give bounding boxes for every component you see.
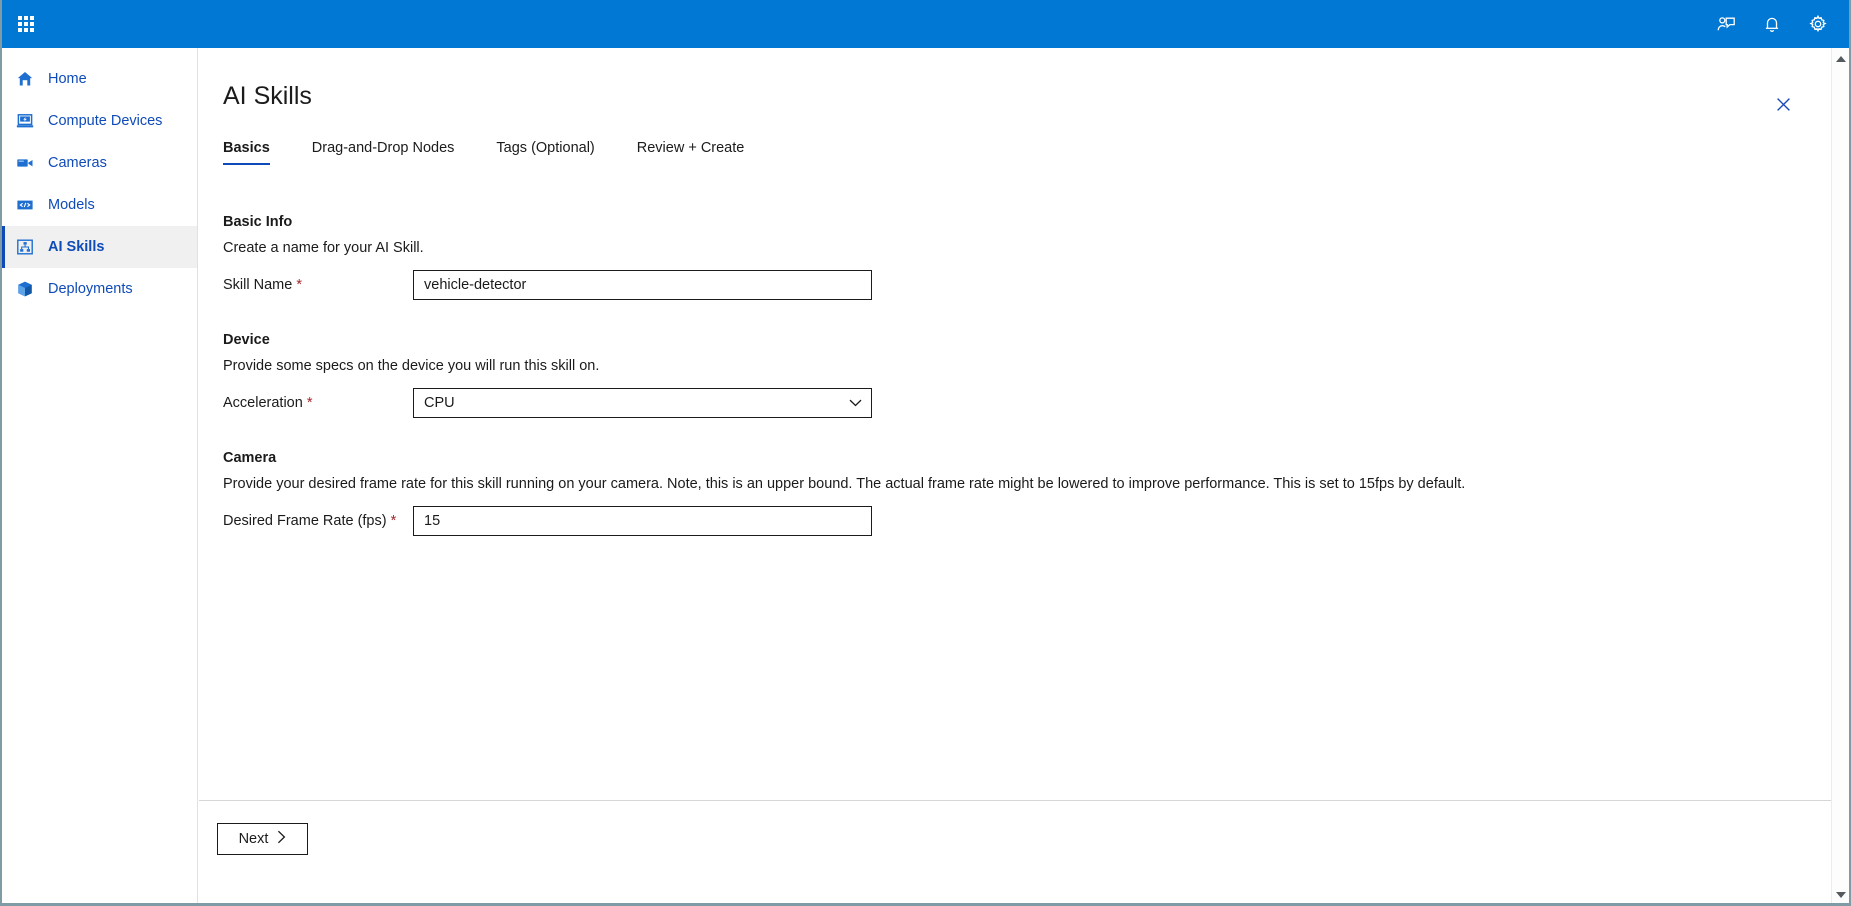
label-text: Skill Name: [223, 277, 293, 293]
cube-icon: [16, 279, 38, 299]
section-description: Create a name for your AI Skill.: [223, 240, 424, 256]
main-panel: AI Skills Basics Drag-and-Drop Nodes Tag…: [199, 48, 1833, 903]
tab-basics[interactable]: Basics: [223, 140, 270, 165]
chevron-right-icon: [277, 830, 286, 848]
skill-name-input[interactable]: vehicle-detector: [413, 270, 872, 300]
skill-name-label: Skill Name *: [223, 277, 413, 293]
scroll-down-arrow-icon[interactable]: [1832, 886, 1849, 903]
sidebar-item-label: Home: [48, 70, 87, 87]
vertical-scrollbar[interactable]: [1831, 48, 1849, 903]
sidebar-item-label: Deployments: [48, 280, 133, 297]
panel-header: AI Skills: [199, 48, 1833, 111]
code-brackets-icon: [16, 195, 38, 215]
close-icon[interactable]: [1767, 88, 1799, 120]
video-camera-icon: [16, 153, 38, 173]
scroll-up-arrow-icon[interactable]: [1832, 50, 1849, 68]
label-text: Desired Frame Rate (fps): [223, 513, 387, 529]
tab-review-create[interactable]: Review + Create: [637, 140, 745, 165]
feedback-icon[interactable]: [1703, 0, 1749, 48]
sidebar-item-models[interactable]: Models: [2, 184, 197, 226]
section-description: Provide some specs on the device you wil…: [223, 358, 600, 374]
acceleration-select[interactable]: CPU: [413, 388, 872, 418]
next-button[interactable]: Next: [217, 823, 308, 855]
panel-footer: Next: [199, 800, 1833, 903]
app-launcher-button[interactable]: [2, 0, 50, 48]
notification-bell-icon[interactable]: [1749, 0, 1795, 48]
section-title: Camera: [223, 450, 277, 466]
sidebar-item-label: Cameras: [48, 154, 107, 171]
page-title: AI Skills: [223, 82, 312, 110]
skill-nodes-icon: [16, 237, 38, 257]
tab-drag-and-drop-nodes[interactable]: Drag-and-Drop Nodes: [312, 140, 455, 165]
required-marker: *: [306, 395, 313, 411]
next-button-label: Next: [238, 831, 269, 847]
section-basic-info: Basic Info Create a name for your AI Ski…: [223, 214, 1809, 300]
sidebar-item-ai-skills[interactable]: AI Skills: [2, 226, 197, 268]
waffle-grid-icon: [18, 16, 34, 32]
field-row-acceleration: Acceleration * CPU: [223, 388, 1809, 418]
sidebar-item-compute-devices[interactable]: Compute Devices: [2, 100, 197, 142]
settings-gear-icon[interactable]: [1795, 0, 1841, 48]
skill-name-value: vehicle-detector: [424, 277, 527, 293]
section-title: Device: [223, 332, 270, 348]
sidebar-item-label: AI Skills: [48, 238, 105, 255]
sidebar-item-deployments[interactable]: Deployments: [2, 268, 197, 310]
section-title: Basic Info: [223, 214, 293, 230]
sidebar-navigation: Home Compute Devices Cameras Models AI S…: [2, 48, 198, 903]
tab-tags-optional[interactable]: Tags (Optional): [496, 140, 594, 165]
frame-rate-value: 15: [424, 513, 441, 529]
acceleration-label: Acceleration *: [223, 395, 413, 411]
section-camera: Camera Provide your desired frame rate f…: [223, 450, 1809, 536]
tab-bar: Basics Drag-and-Drop Nodes Tags (Optiona…: [199, 131, 1833, 165]
required-marker: *: [296, 277, 302, 293]
frame-rate-input[interactable]: 15: [413, 506, 872, 536]
required-marker: *: [390, 513, 397, 529]
application-window: Home Compute Devices Cameras Models AI S…: [0, 0, 1851, 906]
sidebar-item-home[interactable]: Home: [2, 58, 197, 100]
topbar-actions: [1703, 0, 1849, 48]
field-row-frame-rate: Desired Frame Rate (fps) * 15: [223, 506, 1809, 536]
label-text: Acceleration: [223, 395, 303, 411]
sidebar-item-cameras[interactable]: Cameras: [2, 142, 197, 184]
acceleration-value: CPU: [424, 395, 455, 411]
section-device: Device Provide some specs on the device …: [223, 332, 1809, 418]
chevron-down-icon: [849, 399, 862, 408]
home-icon: [16, 69, 38, 89]
section-description: Provide your desired frame rate for this…: [223, 476, 1466, 492]
top-navigation-bar: [2, 0, 1849, 48]
field-row-skill-name: Skill Name * vehicle-detector: [223, 270, 1809, 300]
laptop-icon: [16, 111, 38, 131]
form-content: Basic Info Create a name for your AI Ski…: [199, 200, 1833, 800]
frame-rate-label: Desired Frame Rate (fps) *: [223, 513, 413, 529]
sidebar-item-label: Models: [48, 196, 95, 213]
sidebar-item-label: Compute Devices: [48, 112, 163, 129]
